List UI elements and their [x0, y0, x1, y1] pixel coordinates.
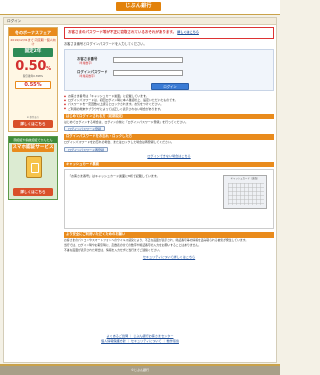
banner-note: 税引後年0.398%: [22, 75, 44, 79]
bonus-details-button[interactable]: 詳しくはこちら: [13, 120, 53, 128]
cash-card-image: キャッシュカード（裏面）: [223, 175, 267, 210]
security-request-body: お客さまのパソコンやスマートフォンへのウイルス感染により、不正な画面が表示され、…: [64, 238, 274, 260]
card-description: 「お客さま番号」はキャッシュカード裏面に8桁で記載しています。: [68, 174, 160, 179]
customer-number-input[interactable]: [113, 57, 183, 64]
security-details-link[interactable]: セキュリティについて詳しくはこちら: [143, 255, 195, 259]
cannot-login-row: ログインできない場合はこちら: [64, 154, 274, 158]
smartphone-auth-banner[interactable]: 顔認証や指紋認証でかんたん スマホ認証サービス 詳しくはこちら: [8, 136, 58, 200]
login-form: お客さま番号 （半角数字） ログインパスワード （半角英数字） ログイン: [64, 49, 274, 92]
card-info: 「お客さま番号」はキャッシュカード裏面に8桁で記載しています。 キャッシュカード…: [64, 169, 274, 230]
bonus-fair-banner[interactable]: 冬のボーナスフェア 2019/12/31まで 円定期・個人向け 固定2年 0.5…: [8, 27, 58, 132]
page-title: ログイン: [4, 18, 276, 25]
banner-rate: 0.50%: [9, 58, 57, 76]
first-time-heading: はじめてログインされる方（初期設定）: [64, 113, 274, 120]
security-alert: お客さまのパスワード等が不正に窃取されているおそれがあります。 詳しくはこちら: [64, 27, 274, 39]
security-request-heading: より安全にご利用いただくためのお願い: [64, 232, 274, 238]
site-header: じぶん銀行: [0, 0, 280, 15]
smartphone-auth-details-button[interactable]: 詳しくはこちら: [13, 188, 53, 196]
customer-number-hint: （半角数字）: [77, 61, 94, 66]
banner-heading: 冬のボーナスフェア: [9, 28, 57, 37]
rate-value: 0.50: [15, 58, 47, 74]
security-paragraph: 不審な画面が表示された場合は、情報を入力せずに当行までご連絡ください。: [64, 248, 162, 253]
note-item: ご利用の端末やブラウザによっては正しく表示されない場合があります。: [64, 107, 274, 111]
login-button[interactable]: ログイン: [151, 83, 189, 91]
login-notes: お客さま番号は「キャッシュカード裏面」に記載しています。 ログインパスワードは、…: [64, 94, 274, 110]
security-link-row: セキュリティについて詳しくはこちら: [64, 255, 274, 260]
login-page: ログイン 冬のボーナスフェア 2019/12/31まで 円定期・個人向け 固定2…: [3, 17, 277, 363]
footer-link-row[interactable]: 個人情報保護方針 ｜ セキュリティについて ｜ 動作環境: [4, 339, 276, 344]
password-register-button[interactable]: ログインパスワード登録: [64, 125, 106, 132]
card-caption: キャッシュカード（裏面）: [230, 177, 260, 181]
login-instructions: お客さま番号とログインパスワードを入力してください。: [64, 42, 147, 46]
brand-logo[interactable]: じぶん銀行: [116, 2, 161, 11]
alert-details-link[interactable]: 詳しくはこちら: [177, 30, 199, 34]
password-reregister-button[interactable]: ログインパスワード再登録: [64, 146, 109, 153]
card-heading: キャッシュカード裏面: [64, 161, 274, 168]
banner-title: スマホ認証サービス: [12, 144, 54, 153]
smartphone-icon: [26, 156, 42, 178]
card-grid-icon: [228, 183, 264, 206]
cannot-login-link[interactable]: ログインできない場合はこちら: [147, 154, 190, 158]
password-input[interactable]: [113, 70, 183, 77]
banner-subtitle: 2019/12/31まで 円定期・個人向け: [10, 38, 56, 47]
main-content: お客さまのパスワード等が不正に窃取されているおそれがあります。 詳しくはこちら …: [64, 27, 274, 260]
copyright-footer: ©じぶん銀行: [0, 366, 280, 375]
alert-text: お客さまのパスワード等が不正に窃取されているおそれがあります。: [68, 29, 177, 34]
password-hint: （半角英数字）: [77, 74, 97, 79]
footer-links: よくあるご質問 ｜ じぶん銀行お客さまセンター 個人情報保護方針 ｜ セキュリテ…: [4, 334, 276, 344]
sidebar: 冬のボーナスフェア 2019/12/31まで 円定期・個人向け 固定2年 0.5…: [8, 27, 58, 200]
banner-footnote: ※ 条件あり: [26, 115, 40, 119]
banner-rate-secondary: 0.55%: [15, 80, 51, 90]
rate-unit: %: [46, 65, 51, 72]
banner-caption: 顔認証や指紋認証でかんたん: [9, 137, 57, 144]
banner-plan: 固定2年: [13, 48, 53, 57]
unlock-text: ログインパスワードをお忘れの場合、またはロックした場合は再登録してください。: [64, 140, 174, 145]
first-time-text: はじめてログインする場合は、ログインの前に「ログインパスワード登録」を行ってくだ…: [64, 119, 189, 124]
